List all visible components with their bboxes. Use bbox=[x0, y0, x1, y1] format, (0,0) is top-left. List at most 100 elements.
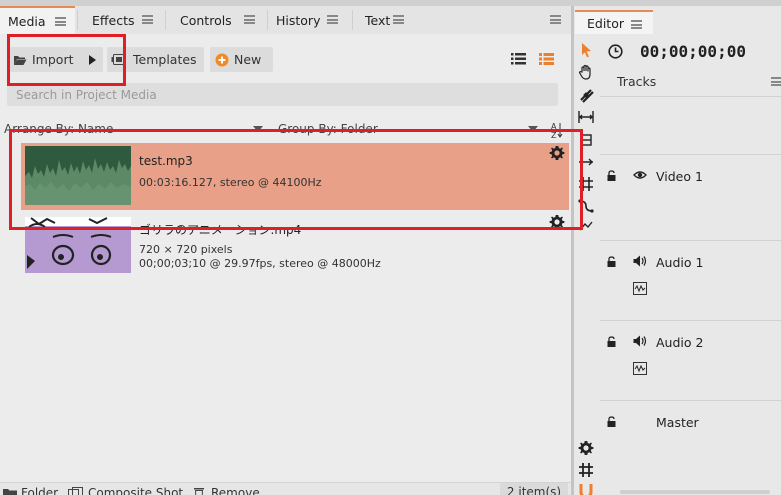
import-button[interactable]: Import bbox=[10, 47, 103, 72]
hand-icon[interactable] bbox=[578, 64, 594, 80]
grid-tool-icon[interactable] bbox=[578, 176, 594, 192]
search-placeholder: Search in Project Media bbox=[16, 87, 157, 102]
folder-open-icon bbox=[14, 55, 27, 65]
editor-toolbar bbox=[574, 36, 600, 495]
unlock-icon[interactable] bbox=[607, 416, 617, 427]
audio-waveform-icon[interactable] bbox=[633, 362, 647, 375]
slip-icon[interactable] bbox=[578, 132, 594, 148]
arrange-by-dropdown[interactable]: Arrange By: Name bbox=[4, 122, 113, 136]
track-name: Video 1 bbox=[656, 169, 703, 184]
tab-editor[interactable]: Editor bbox=[575, 10, 653, 34]
curve-tool-icon[interactable] bbox=[578, 198, 594, 214]
unlock-icon[interactable] bbox=[607, 336, 617, 347]
chevron-down-icon[interactable] bbox=[253, 126, 263, 132]
video-thumbnail bbox=[25, 217, 131, 273]
group-by-dropdown[interactable]: Group By: Folder bbox=[278, 122, 378, 136]
speaker-icon[interactable] bbox=[633, 255, 648, 267]
snap-grid-icon[interactable] bbox=[578, 462, 594, 478]
media-item-name: test.mp3 bbox=[139, 154, 193, 168]
tab-separator bbox=[352, 10, 353, 30]
gear-icon[interactable] bbox=[549, 214, 565, 230]
tab-menu-icon[interactable] bbox=[393, 15, 404, 24]
speaker-icon[interactable] bbox=[633, 335, 648, 347]
new-label: New bbox=[234, 52, 262, 67]
select-arrow-icon[interactable] bbox=[578, 42, 594, 58]
magnet-icon[interactable] bbox=[578, 483, 594, 495]
track-name: Audio 1 bbox=[656, 255, 704, 270]
tab-text[interactable]: Text bbox=[357, 6, 417, 34]
media-item-gorilla-mp4[interactable]: ゴリラのアニメーション.mp4 720 × 720 pixels 00;00;0… bbox=[21, 211, 569, 278]
templates-button[interactable]: Templates bbox=[107, 47, 204, 72]
folder-icon bbox=[3, 488, 17, 495]
sort-az-icon[interactable]: A Z bbox=[550, 121, 564, 139]
audio-waveform-icon[interactable] bbox=[633, 282, 647, 295]
tab-history[interactable]: History bbox=[268, 6, 348, 34]
media-item-details: 720 × 720 pixels bbox=[139, 243, 233, 256]
templates-icon bbox=[111, 54, 125, 65]
unlock-icon[interactable] bbox=[607, 170, 617, 181]
tab-menu-icon[interactable] bbox=[327, 15, 338, 24]
tab-separator bbox=[77, 10, 78, 30]
composite-shot-label: Composite Shot bbox=[88, 486, 184, 495]
settings-gear-icon[interactable] bbox=[578, 440, 594, 456]
tab-label: Media bbox=[8, 13, 46, 29]
tab-menu-icon[interactable] bbox=[631, 20, 642, 29]
folder-label: Folder bbox=[21, 486, 59, 495]
item-count-badge: 2 item(s) bbox=[500, 483, 568, 495]
tab-menu-icon[interactable] bbox=[244, 15, 255, 24]
slide-icon[interactable] bbox=[578, 154, 594, 170]
tab-menu-icon[interactable] bbox=[142, 15, 153, 24]
media-item-test-mp3[interactable]: test.mp3 00:03:16.127, stereo @ 44100Hz bbox=[21, 143, 569, 210]
media-bottom-bar: Folder Composite Shot Remove 2 item(s) bbox=[0, 482, 571, 495]
tab-label: History bbox=[276, 12, 321, 28]
track-audio-2[interactable]: Audio 2 bbox=[600, 320, 781, 400]
track-video-1[interactable]: Video 1 bbox=[600, 154, 781, 240]
audio-waveform-thumbnail bbox=[25, 146, 131, 205]
tab-separator bbox=[165, 10, 166, 30]
sort-bar: Arrange By: Name Group By: Folder A Z bbox=[0, 120, 571, 140]
composite-shot-icon bbox=[68, 487, 83, 495]
ripple-icon[interactable] bbox=[578, 109, 594, 125]
media-item-details: 00;00;03;10 @ 29.97fps, stereo @ 48000Hz bbox=[139, 257, 381, 270]
track-master[interactable]: Master bbox=[600, 400, 781, 495]
composite-shot-button[interactable]: Composite Shot bbox=[68, 486, 183, 495]
tab-effects[interactable]: Effects bbox=[84, 6, 164, 34]
clock-icon bbox=[608, 44, 623, 59]
chevron-down-icon[interactable] bbox=[528, 126, 538, 132]
track-name: Audio 2 bbox=[656, 335, 704, 350]
import-label: Import bbox=[32, 52, 74, 67]
media-item-details: 00:03:16.127, stereo @ 44100Hz bbox=[139, 176, 322, 189]
list-view-icon[interactable] bbox=[511, 53, 526, 65]
track-audio-1[interactable]: Audio 1 bbox=[600, 240, 781, 320]
razor-icon[interactable] bbox=[578, 87, 594, 103]
search-input[interactable]: Search in Project Media bbox=[7, 83, 558, 106]
trash-icon bbox=[194, 488, 204, 495]
panel-menu-icon[interactable] bbox=[550, 15, 561, 24]
unlock-icon[interactable] bbox=[607, 256, 617, 267]
panel-tab-bar: Media Effects Controls History Text bbox=[0, 6, 571, 34]
timeline-scrollbar[interactable] bbox=[620, 490, 770, 494]
gear-icon[interactable] bbox=[549, 145, 565, 161]
track-name: Master bbox=[656, 415, 699, 430]
tab-menu-icon[interactable] bbox=[55, 17, 66, 26]
detail-view-icon[interactable] bbox=[539, 53, 554, 65]
item-count: 2 item(s) bbox=[506, 485, 562, 495]
tab-media[interactable]: Media bbox=[0, 6, 75, 34]
tracks-menu-icon[interactable] bbox=[771, 77, 781, 86]
remove-button[interactable]: Remove bbox=[193, 486, 260, 495]
media-item-name: ゴリラのアニメーション.mp4 bbox=[139, 223, 302, 237]
play-arrow-icon[interactable] bbox=[88, 55, 96, 65]
tab-controls[interactable]: Controls bbox=[172, 6, 266, 34]
media-panel: Media Effects Controls History Text Impo… bbox=[0, 6, 571, 495]
tab-label: Editor bbox=[587, 15, 624, 31]
tab-label: Effects bbox=[92, 12, 135, 28]
timecode-display[interactable]: 00;00;00;00 bbox=[640, 42, 746, 61]
folder-button[interactable]: Folder bbox=[3, 486, 58, 495]
tab-label: Text bbox=[365, 12, 391, 28]
eye-icon[interactable] bbox=[633, 170, 647, 180]
new-button[interactable]: New bbox=[210, 47, 273, 72]
transition-tool-icon[interactable] bbox=[578, 218, 594, 234]
tracks-header-area bbox=[600, 96, 781, 154]
svg-text:A: A bbox=[551, 122, 557, 131]
remove-label: Remove bbox=[211, 486, 260, 495]
